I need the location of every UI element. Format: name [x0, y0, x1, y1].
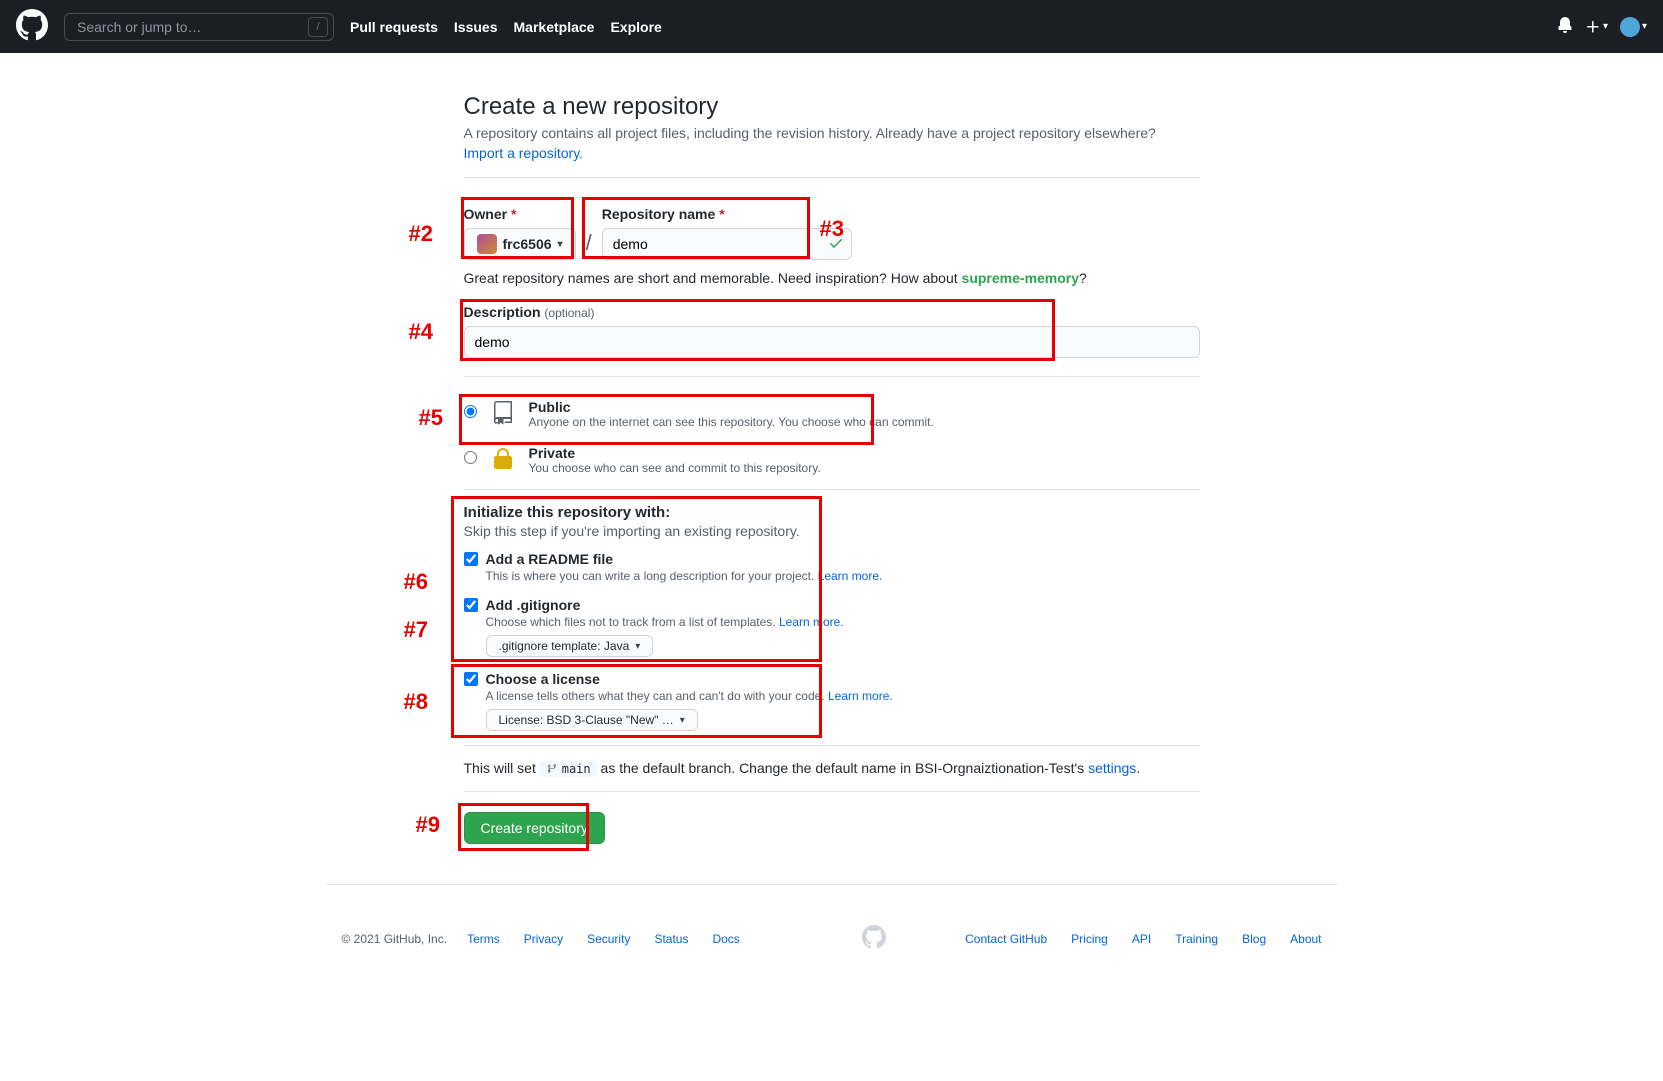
readme-learn-more[interactable]: Learn more. [818, 569, 883, 583]
private-radio[interactable] [464, 451, 477, 464]
annotation-label: #9 [416, 812, 440, 838]
public-title: Public [529, 399, 934, 415]
check-icon [828, 235, 844, 254]
create-repository-button[interactable]: Create repository [464, 812, 605, 844]
private-desc: You choose who can see and commit to thi… [529, 461, 821, 475]
gitignore-learn-more[interactable]: Learn more. [779, 615, 844, 629]
page-title: Create a new repository [464, 93, 1200, 121]
footer-docs[interactable]: Docs [712, 932, 739, 946]
search-input[interactable] [64, 13, 334, 41]
github-mark-icon [854, 925, 894, 952]
footer-status[interactable]: Status [654, 932, 688, 946]
description-input[interactable] [464, 326, 1200, 358]
footer-terms[interactable]: Terms [467, 932, 500, 946]
notifications-icon[interactable] [1557, 17, 1573, 36]
caret-down-icon: ▾ [1603, 21, 1608, 32]
footer-training[interactable]: Training [1175, 932, 1218, 946]
visibility-public[interactable]: Public Anyone on the internet can see th… [464, 391, 1200, 437]
footer-privacy[interactable]: Privacy [524, 932, 563, 946]
page-subhead: A repository contains all project files,… [464, 125, 1200, 141]
visibility-private[interactable]: Private You choose who can see and commi… [464, 437, 1200, 483]
owner-avatar-icon [477, 234, 497, 254]
nav-links: Pull requests Issues Marketplace Explore [350, 19, 662, 35]
git-branch-icon [546, 763, 558, 775]
repo-icon [487, 399, 519, 425]
repo-name-hint: Great repository names are short and mem… [464, 270, 1200, 286]
footer-blog[interactable]: Blog [1242, 932, 1266, 946]
owner-label: Owner * [464, 206, 576, 222]
footer-security[interactable]: Security [587, 932, 630, 946]
annotation-label: #8 [404, 689, 428, 715]
owner-select[interactable]: frc6506 ▾ [464, 228, 576, 260]
global-header: / Pull requests Issues Marketplace Explo… [0, 0, 1663, 53]
lock-icon [487, 445, 519, 471]
caret-down-icon: ▾ [558, 239, 563, 250]
footer-about[interactable]: About [1290, 932, 1321, 946]
license-row: Choose a license A license tells others … [464, 671, 1200, 731]
nav-issues[interactable]: Issues [454, 19, 498, 35]
description-block: Description (optional) #4 [464, 304, 1200, 358]
owner-repo-separator: / [586, 230, 592, 260]
license-learn-more[interactable]: Learn more. [828, 689, 893, 703]
caret-down-icon: ▾ [635, 641, 640, 652]
import-repo-link[interactable]: Import a repository. [464, 145, 584, 161]
description-label: Description (optional) [464, 304, 1200, 320]
footer: © 2021 GitHub, Inc. Terms Privacy Securi… [326, 884, 1338, 952]
gitignore-checkbox[interactable] [464, 598, 478, 612]
settings-link[interactable]: settings [1088, 760, 1136, 776]
nav-marketplace[interactable]: Marketplace [514, 19, 595, 35]
init-sub: Skip this step if you're importing an ex… [464, 523, 1200, 539]
readme-row: Add a README file This is where you can … [464, 551, 1200, 583]
annotation-label: #2 [409, 221, 433, 247]
github-logo-icon[interactable] [16, 9, 48, 44]
name-suggestion-link[interactable]: supreme-memory [962, 270, 1080, 286]
readme-label: Add a README file [486, 551, 614, 567]
new-repo-form: Create a new repository A repository con… [448, 93, 1216, 844]
caret-down-icon: ▾ [1642, 21, 1647, 32]
branch-note: This will set main as the default branch… [464, 760, 1200, 777]
annotation-label: #5 [419, 405, 443, 431]
owner-name: frc6506 [503, 236, 552, 252]
footer-contact[interactable]: Contact GitHub [965, 932, 1047, 946]
create-menu[interactable]: ▾ [1585, 19, 1608, 35]
license-label: Choose a license [486, 671, 600, 687]
public-radio[interactable] [464, 405, 477, 418]
footer-copyright: © 2021 GitHub, Inc. [342, 932, 448, 946]
init-title: Initialize this repository with: [464, 504, 1200, 521]
gitignore-template-select[interactable]: .gitignore template: Java▾ [486, 635, 654, 657]
private-title: Private [529, 445, 821, 461]
public-desc: Anyone on the internet can see this repo… [529, 415, 934, 429]
annotation-label: #4 [409, 319, 433, 345]
nav-pulls[interactable]: Pull requests [350, 19, 438, 35]
search-shortcut-icon: / [308, 17, 328, 37]
branch-badge: main [540, 761, 597, 777]
footer-pricing[interactable]: Pricing [1071, 932, 1108, 946]
avatar [1620, 17, 1640, 37]
annotation-label: #7 [404, 617, 428, 643]
gitignore-row: Add .gitignore Choose which files not to… [464, 597, 1200, 657]
license-checkbox[interactable] [464, 672, 478, 686]
footer-api[interactable]: API [1132, 932, 1151, 946]
readme-checkbox[interactable] [464, 552, 478, 566]
repo-name-label: Repository name * [602, 206, 852, 222]
annotation-label: #6 [404, 569, 428, 595]
caret-down-icon: ▾ [680, 715, 685, 726]
gitignore-label: Add .gitignore [486, 597, 581, 613]
user-menu[interactable]: ▾ [1620, 17, 1647, 37]
nav-explore[interactable]: Explore [610, 19, 661, 35]
license-select[interactable]: License: BSD 3-Clause "New" …▾ [486, 709, 698, 731]
repo-name-input[interactable] [602, 228, 852, 260]
